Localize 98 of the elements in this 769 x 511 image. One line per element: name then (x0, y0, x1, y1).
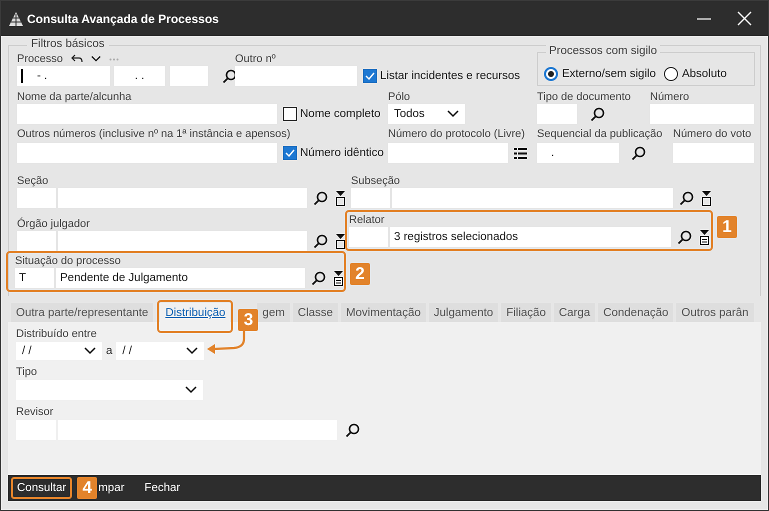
field-label: Subseção (351, 174, 400, 188)
tab[interactable]: Outra parte/representante (11, 303, 154, 322)
callout-badge: 3 (238, 309, 258, 331)
tab[interactable]: Outros parân (676, 303, 754, 322)
code-field[interactable] (349, 227, 388, 247)
field-label: Relator (349, 213, 384, 227)
search-icon[interactable] (313, 190, 328, 206)
field-label: Número do voto (673, 127, 752, 141)
close-icon[interactable] (737, 11, 752, 26)
tab[interactable]: gem (257, 303, 290, 322)
tab[interactable]: Distribuição (160, 303, 230, 322)
search-icon[interactable] (677, 230, 692, 244)
code-field[interactable]: T (15, 268, 54, 288)
name-field[interactable]: Pendente de Julgamento (56, 268, 305, 288)
group-title: Processos com sigilo (546, 45, 660, 57)
search-icon[interactable] (313, 234, 328, 248)
callout-badge: 4 (77, 477, 98, 499)
search-icon[interactable] (631, 146, 646, 160)
text-field[interactable] (235, 66, 357, 86)
checkmark-icon (365, 72, 375, 80)
text-field[interactable] (388, 143, 508, 163)
tab[interactable]: Movimentação (340, 303, 426, 322)
text-field[interactable]: . (537, 143, 619, 163)
list-icon[interactable] (514, 148, 527, 158)
name-field[interactable] (58, 188, 307, 208)
field-label: Número do protocolo (Livre) (388, 127, 525, 141)
search-icon[interactable] (590, 106, 605, 122)
window-title: Consulta Avançada de Processos (27, 12, 220, 26)
radio-label: Externo/sem sigilo (562, 68, 656, 80)
field-label: Órgão julgador (17, 217, 90, 231)
checkbox-label: Nome completo (300, 108, 381, 120)
field-label: Sequencial da publicação (537, 127, 662, 141)
toolbar-button[interactable]: Fechar (138, 477, 186, 499)
text-field[interactable] (537, 104, 577, 124)
text-field[interactable] (650, 104, 754, 124)
code-field[interactable] (351, 188, 390, 208)
chevron-down-icon (447, 110, 459, 118)
field-label: Outros números (inclusive nº na 1ª instância e apensos) (17, 127, 290, 141)
tab[interactable]: Classe (292, 303, 338, 322)
undo-icon[interactable] (70, 54, 83, 64)
field-label: Tipo de documento (537, 90, 631, 104)
tab[interactable]: Julgamento (428, 303, 498, 322)
toolbar-button[interactable]: Consultar (11, 477, 72, 499)
tab[interactable]: Condenação (598, 303, 674, 322)
filter-icon[interactable] (700, 230, 709, 244)
separator-text: a (106, 345, 112, 357)
process-number-field[interactable] (170, 66, 208, 86)
field-label: Situação do processo (15, 254, 121, 268)
search-icon[interactable] (679, 190, 694, 206)
code-field[interactable] (17, 188, 56, 208)
filter-icon[interactable] (702, 190, 711, 206)
name-field[interactable]: 3 registros selecionados (390, 227, 671, 247)
name-field[interactable] (58, 231, 307, 251)
tab[interactable]: Filiação (501, 303, 551, 322)
chevron-down-icon (90, 55, 101, 63)
chevron-down-icon (186, 347, 198, 355)
callout-badge: 2 (350, 263, 370, 285)
field-label: Outro nº (235, 52, 276, 66)
text-field[interactable] (673, 143, 754, 163)
dropdown[interactable]: Todos (388, 104, 465, 124)
process-number-field[interactable]: . . (114, 66, 165, 86)
code-field[interactable] (17, 231, 56, 251)
checkbox[interactable] (363, 69, 377, 83)
field-label: Pólo (388, 90, 410, 104)
search-icon[interactable] (345, 422, 360, 438)
checkmark-icon (285, 149, 295, 157)
checkbox[interactable] (283, 146, 297, 160)
tab[interactable]: Carga (554, 303, 596, 322)
field-label: Nome da parte/alcunha (17, 90, 132, 104)
filter-icon[interactable] (336, 190, 345, 206)
callout-badge: 1 (717, 216, 737, 238)
filter-icon[interactable] (334, 270, 343, 286)
group-title: Filtros básicos (27, 38, 108, 50)
process-number-field[interactable]: - . (17, 66, 110, 86)
checkbox-label: Listar incidentes e recursos (380, 70, 520, 82)
field-label: Processo (17, 52, 63, 66)
radio-button[interactable] (544, 67, 558, 81)
logo-icon (9, 12, 23, 26)
search-icon[interactable] (311, 270, 326, 286)
radio-label: Absoluto (682, 68, 727, 80)
chevron-down-icon (185, 386, 197, 394)
checkbox[interactable] (283, 107, 297, 121)
date-dropdown[interactable]: / / (16, 342, 102, 360)
highlight-frame (11, 477, 72, 499)
filter-icon[interactable] (336, 234, 345, 248)
field-label: Distribuído entre (16, 327, 97, 341)
chevron-down-icon (84, 347, 96, 355)
checkbox-label: Número idêntico (300, 147, 384, 159)
search-icon[interactable] (222, 68, 237, 84)
date-dropdown[interactable]: / / (116, 342, 204, 360)
field-label: Tipo (16, 365, 37, 379)
radio-button[interactable] (664, 67, 678, 81)
text-field[interactable] (17, 104, 277, 124)
name-field[interactable] (392, 188, 673, 208)
field-label: Número (650, 90, 690, 104)
text-field[interactable] (17, 143, 277, 163)
field-label: Revisor (16, 405, 54, 419)
field-label: Seção (17, 174, 48, 188)
